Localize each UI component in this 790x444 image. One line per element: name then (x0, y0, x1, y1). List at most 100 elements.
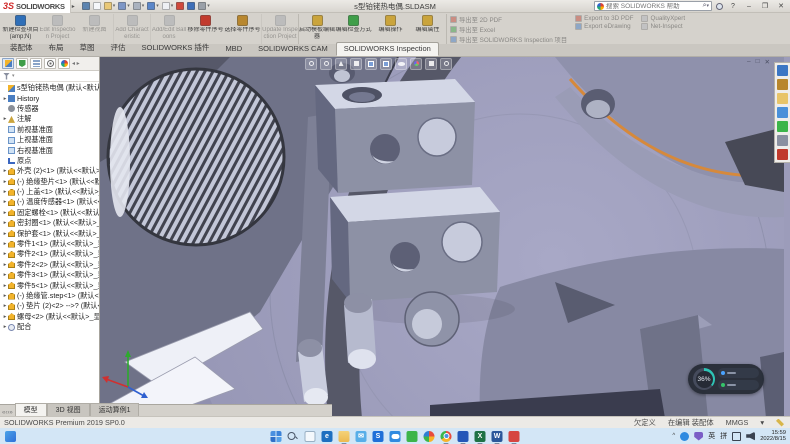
tab-scroll-arrows[interactable]: ◂ ▸ (72, 60, 80, 67)
onedrive-icon[interactable] (390, 431, 401, 442)
QualityXpert[interactable]: QualityXpert (641, 15, 685, 22)
tree-item[interactable]: ▸ 零件5<1> (默认<<默认>_显示状态 (0, 280, 99, 290)
expand-arrow-icon[interactable]: ▸ (2, 303, 8, 309)
onedrive-tray-icon[interactable] (680, 432, 689, 441)
tree-item[interactable]: ▸ (-) 温度传感器<1> (默认<<默认>_ (0, 197, 99, 207)
tree-item[interactable]: 原点 (0, 156, 99, 166)
close-button[interactable]: ✕ (775, 2, 787, 10)
graphics-viewport[interactable]: – □ ✕ (100, 57, 790, 416)
expand-arrow-icon[interactable]: ▸ (2, 272, 8, 278)
tree-item[interactable]: ▸ 保护套<1> (默认<<默认>_显示状 (0, 228, 99, 238)
expand-arrow-icon[interactable]: ▸ (2, 231, 8, 237)
edge-icon[interactable]: e (322, 431, 333, 442)
Edit Inspection Project[interactable]: Edit Inspection Project (39, 14, 76, 44)
expand-arrow-icon[interactable]: ▸ (2, 199, 8, 205)
编辑操作[interactable]: 编辑操作 (372, 14, 409, 44)
custom-properties-icon[interactable] (777, 135, 788, 146)
volume-icon[interactable] (746, 432, 755, 441)
tree-item[interactable]: 传感器 (0, 104, 99, 114)
excel-icon[interactable]: X (475, 431, 486, 442)
view-orientation-icon[interactable] (365, 58, 377, 70)
新建检查项目 (amp;N)[interactable]: 新建检查项目 (amp;N) (2, 14, 39, 44)
ime-mode-indicator[interactable]: 拼 (720, 431, 727, 441)
Add Characteristic[interactable]: Add Characteristic (113, 14, 150, 44)
featuremanager-tree-tab[interactable] (2, 58, 14, 69)
ime-language-indicator[interactable]: 英 (708, 431, 715, 441)
expand-arrow-icon[interactable]: ▸ (2, 116, 8, 122)
tree-item[interactable]: 右视基准面 (0, 145, 99, 155)
expand-arrow-icon[interactable]: ▸ (2, 314, 8, 320)
tree-item[interactable]: ▸ 螺母<2> (默认<<默认>_显示状态 (0, 312, 99, 322)
app-blue-icon[interactable] (458, 431, 469, 442)
start-button[interactable] (271, 431, 282, 442)
导出至 2D PDF[interactable]: 导出至 2D PDF (450, 15, 567, 24)
编辑检查方式[interactable]: 编辑检查方式 (335, 14, 372, 44)
chrome-icon[interactable] (441, 431, 452, 442)
property-manager-tab[interactable] (16, 58, 28, 69)
rebuild-traffic-light-icon[interactable] (175, 1, 185, 12)
file-properties-icon[interactable] (186, 1, 196, 12)
configuration-manager-tab[interactable] (30, 58, 42, 69)
search-caret-icon[interactable]: ▾ (706, 3, 709, 9)
select-cursor-icon[interactable] (161, 1, 175, 12)
新建视图[interactable]: 新建视图 (76, 14, 113, 44)
file-explorer-icon[interactable] (777, 93, 788, 104)
编辑属性[interactable]: 编辑属性 (409, 14, 446, 44)
help-search-box[interactable]: ⌕ ▾ (594, 1, 712, 11)
expand-arrow-icon[interactable]: ▸ (2, 179, 8, 185)
expand-arrow-icon[interactable]: ▸ (2, 262, 8, 268)
dimxpert-manager-tab[interactable] (44, 58, 56, 69)
app-red-icon[interactable] (509, 431, 520, 442)
options-gear-icon[interactable] (197, 1, 211, 12)
file-explorer-icon[interactable] (339, 431, 350, 442)
expand-arrow-icon[interactable]: ▸ (2, 241, 8, 247)
help-button[interactable]: ? (727, 3, 739, 10)
zoom-fit-icon[interactable] (305, 58, 317, 70)
Net-Inspect[interactable]: Net-Inspect (641, 23, 685, 30)
启动模板编辑器[interactable]: 启动模板编辑器 (298, 14, 335, 44)
doc-restore-button[interactable]: □ (756, 58, 760, 66)
tree-item[interactable]: ▸ (-) 上盖<1> (默认<<默认>_显示状 (0, 187, 99, 197)
hide-show-items-icon[interactable] (395, 58, 407, 70)
tree-item[interactable]: ▸ 零件2<2> (默认<<默认>_显示状态 (0, 260, 99, 270)
SOLIDWORKS CAM[interactable]: SOLIDWORKS CAM (250, 42, 336, 56)
search-input[interactable] (606, 3, 703, 10)
tab-nav-arrows[interactable]: «‹›» (0, 410, 15, 416)
tree-item[interactable]: ▸ 零件3<1> (默认<<默认>_显示状态 (0, 270, 99, 280)
tree-item[interactable]: ▸ 注解 (0, 114, 99, 124)
expand-arrow-icon[interactable]: ▸ (2, 283, 8, 289)
home-icon[interactable] (81, 1, 91, 12)
logo-flyout-arrow[interactable]: ▸ (72, 3, 75, 10)
task-view-button[interactable] (305, 431, 316, 442)
app-green-icon[interactable] (407, 431, 418, 442)
clock[interactable]: 15:59 2022/8/15 (760, 430, 786, 442)
restore-button[interactable]: ❐ (759, 2, 771, 10)
solidworks-resources-icon[interactable] (777, 65, 788, 76)
模型[interactable]: 模型 (15, 403, 47, 416)
recorder-control-row-1[interactable] (718, 368, 759, 378)
MBD[interactable]: MBD (217, 42, 250, 56)
recorder-control-row-2[interactable] (718, 380, 759, 390)
expand-arrow-icon[interactable]: ▸ (2, 293, 8, 299)
Update Inspection Project[interactable]: Update Inspection Project (261, 14, 298, 44)
tree-item[interactable]: ▸ History (0, 93, 99, 103)
screen-recorder-overlay[interactable]: 36% (688, 364, 764, 394)
appearances-scenes-icon[interactable] (777, 121, 788, 132)
tree-item[interactable]: ▸ 零件2<1> (默认<<默认>_显示状态 (0, 249, 99, 259)
view-settings-icon[interactable] (440, 58, 452, 70)
移除零件序号[interactable]: 移除零件序号 (187, 14, 224, 44)
mail-icon[interactable]: ✉ (356, 431, 367, 442)
edit-appearance-icon[interactable] (410, 58, 422, 70)
Add/Edit Balloons[interactable]: Add/Edit Balloons (150, 14, 187, 44)
运动算例1[interactable]: 运动算例1 (90, 403, 140, 416)
3D 视图[interactable]: 3D 视图 (47, 403, 90, 416)
tree-item[interactable]: ▸ (-) 绝缘管.step<1> (默认<<默认> (0, 291, 99, 301)
tag-icon[interactable] (776, 419, 784, 427)
save-icon[interactable] (117, 1, 131, 12)
导出至 SOLIDWORKS Inspection 项目[interactable]: 导出至 SOLIDWORKS Inspection 项目 (450, 35, 567, 44)
expand-arrow-icon[interactable]: ▸ (2, 168, 8, 174)
expand-arrow-icon[interactable]: ▸ (2, 220, 8, 226)
previous-view-icon[interactable] (335, 58, 347, 70)
expand-arrow-icon[interactable]: ▸ (2, 251, 8, 257)
tree-item[interactable]: ▸ 配合 (0, 322, 99, 332)
